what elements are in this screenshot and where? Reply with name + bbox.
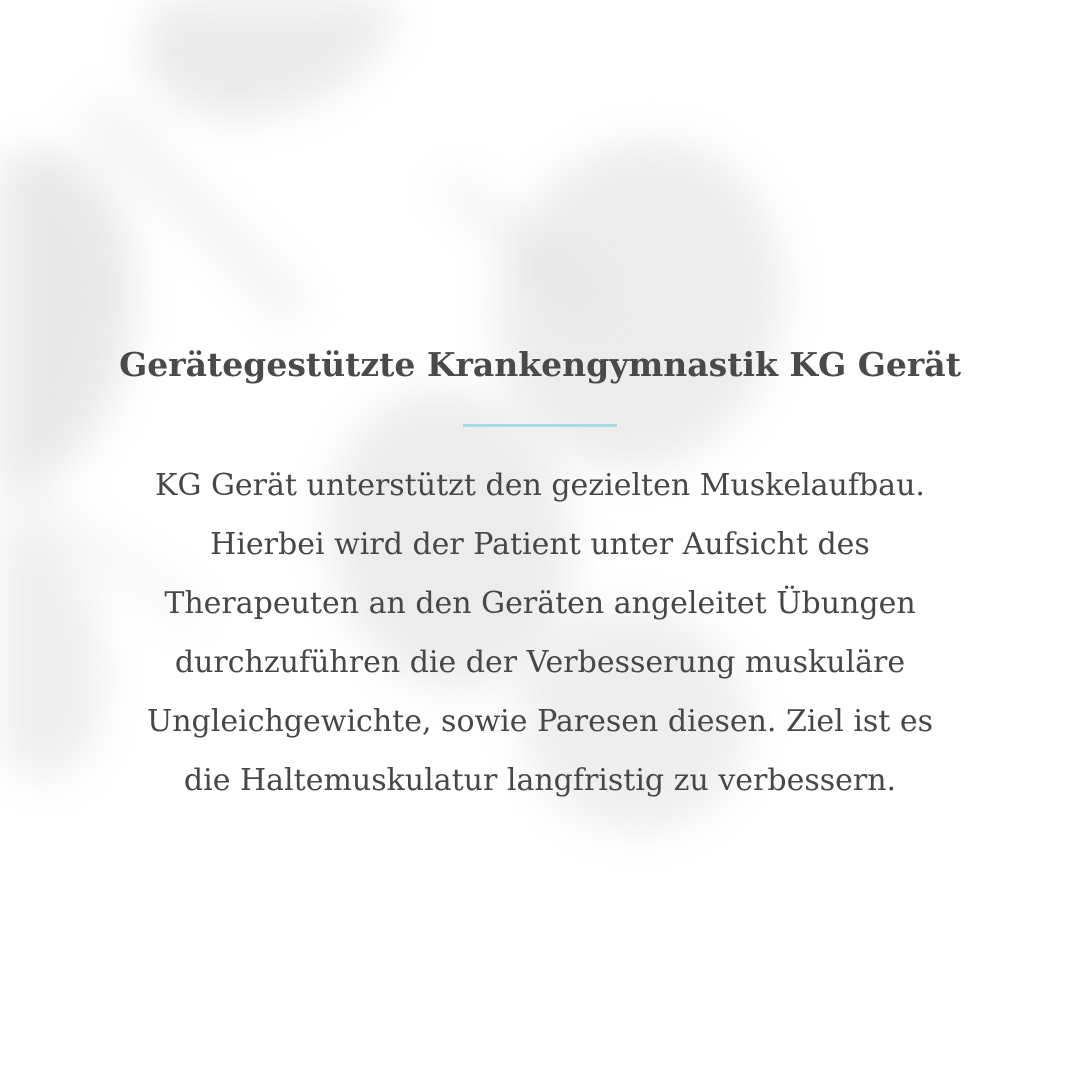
description-line: KG Gerät unterstützt den gezielten Muske… xyxy=(155,468,925,503)
leaf-shadow xyxy=(118,0,422,150)
description-text: KG Gerät unterstützt den gezielten Muske… xyxy=(80,456,1000,810)
description-line: durchzuführen die der Verbesserung musku… xyxy=(174,645,906,680)
leaf-shadow xyxy=(0,134,158,506)
page-title: Gerätegestützte Krankengymnastik KG Gerä… xyxy=(119,345,961,384)
title-divider xyxy=(463,424,617,427)
description-line: Ungleichgewichte, sowie Paresen diesen. … xyxy=(146,704,934,739)
description-line: Hierbei wird der Patient unter Aufsicht … xyxy=(210,527,870,562)
description-line: die Haltemuskulatur langfristig zu verbe… xyxy=(183,763,897,798)
description-line: Therapeuten an den Geräten angeleitet Üb… xyxy=(164,586,916,621)
